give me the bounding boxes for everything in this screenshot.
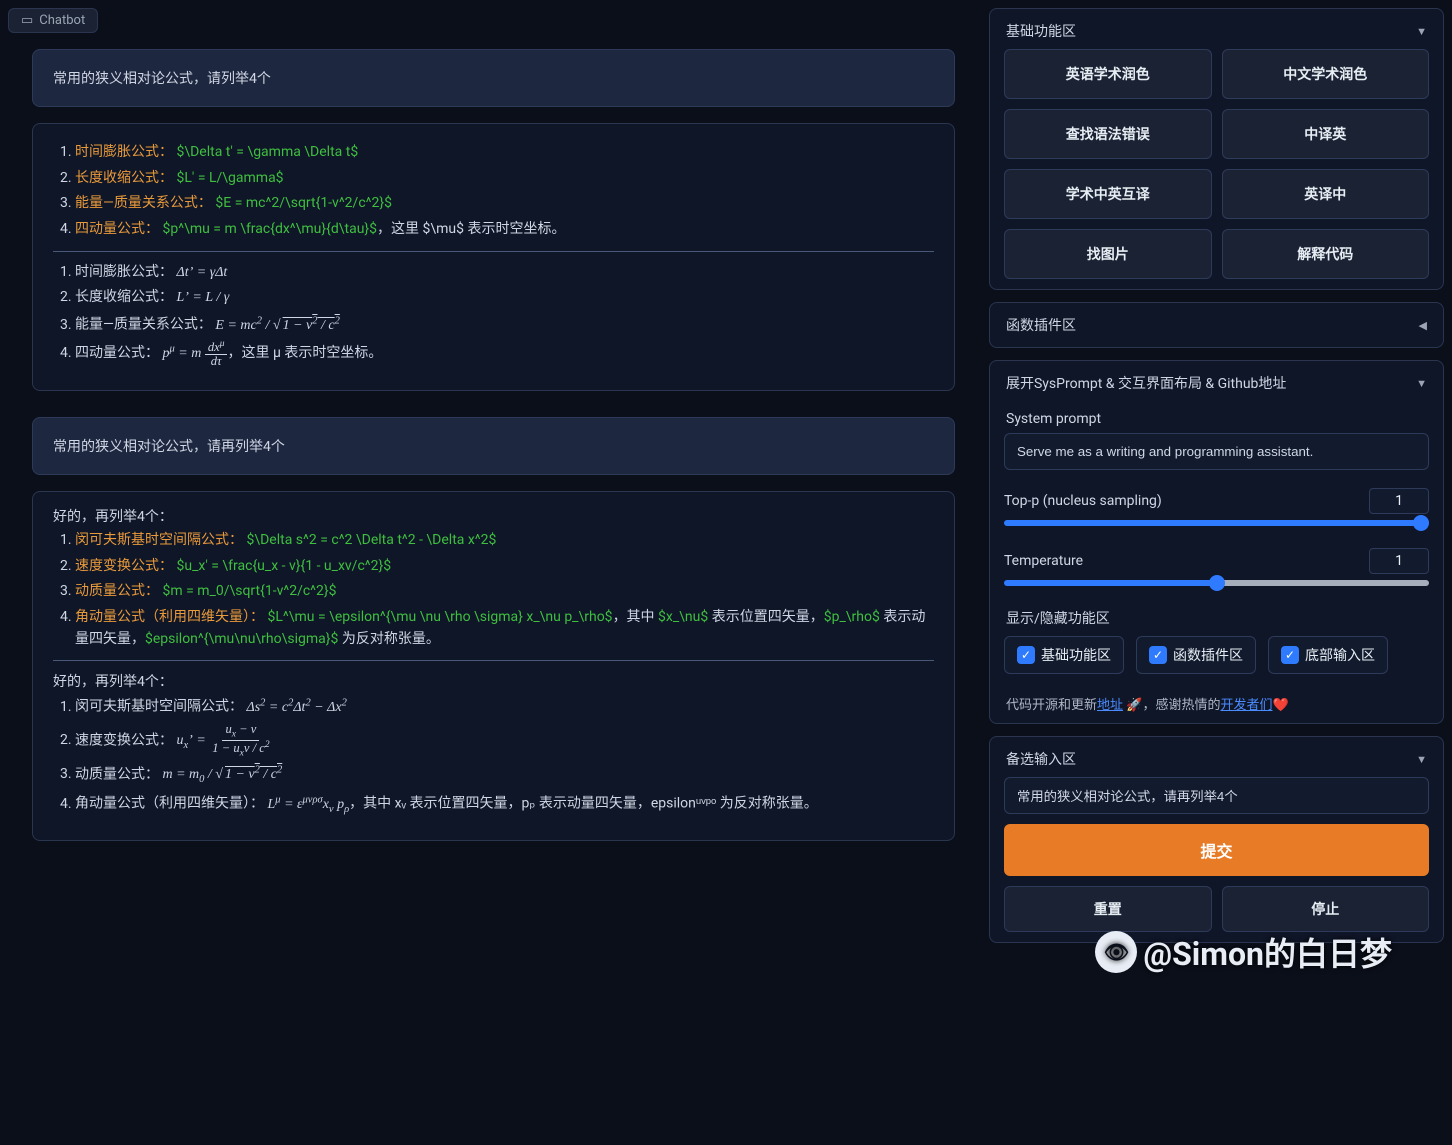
item-label: 角动量公式（利用四维矢量）： [75, 609, 264, 625]
toggle-bottom[interactable]: ✓ 底部输入区 [1268, 636, 1388, 674]
toggle-label: 基础功能区 [1041, 645, 1111, 665]
item-after: ，其中 xᵥ 表示位置四矢量，pₚ 表示动量四矢量，epsilonᵘᵛᵖᵒ 为反… [349, 796, 818, 812]
item-label: 时间膨胀公式： [75, 264, 173, 280]
chevron-down-icon: ▼ [1416, 25, 1427, 38]
devs-link[interactable]: 开发者们 [1220, 698, 1272, 713]
item-latex: $m = m_0/\sqrt{1-v^2/c^2}$ [162, 583, 336, 599]
bot-intro: 好的，再列举4个： [53, 506, 934, 526]
user-text: 常用的狭义相对论公式，请再列举4个 [53, 439, 285, 455]
item-label: 角动量公式（利用四维矢量）： [75, 796, 264, 812]
item-after: ，这里 $\mu$ 表示时空坐标。 [377, 221, 565, 237]
item-label: 速度变换公式： [75, 558, 173, 574]
expand-panel: 展开SysPrompt & 交互界面布局 & Github地址 ▼ System… [989, 360, 1444, 724]
panel-title: 备选输入区 [1006, 749, 1076, 769]
user-message: 常用的狭义相对论公式，请再列举4个 [32, 417, 955, 475]
item-label: 时间膨胀公式： [75, 144, 173, 160]
system-prompt-input[interactable] [1004, 433, 1429, 470]
t: $x_\nu$ [658, 609, 708, 625]
item-label: 动质量公式： [75, 766, 159, 782]
panel-title: 展开SysPrompt & 交互界面布局 & Github地址 [1006, 373, 1286, 393]
fn-btn-english-polish[interactable]: 英语学术润色 [1004, 49, 1212, 99]
item-formula: Δtʼ = γΔt [176, 265, 227, 280]
alt-input[interactable] [1004, 777, 1429, 814]
item-label: 能量—质量关系公式： [75, 195, 212, 211]
item-latex: $L' = L/\gamma$ [176, 170, 283, 186]
stop-button[interactable]: 停止 [1222, 886, 1430, 932]
chevron-left-icon: ◀ [1419, 319, 1427, 332]
chat-icon: ▭ [21, 13, 33, 28]
repo-link[interactable]: 地址 [1097, 698, 1123, 713]
chevron-down-icon: ▼ [1416, 753, 1427, 766]
fn-btn-academic-trans[interactable]: 学术中英互译 [1004, 169, 1212, 219]
fn-btn-find-image[interactable]: 找图片 [1004, 229, 1212, 279]
item-label: 四动量公式： [75, 345, 159, 361]
rocket-icon: 🚀 [1126, 698, 1142, 713]
system-prompt-label: System prompt [1006, 411, 1429, 427]
item-label: 闵可夫斯基时空间隔公式： [75, 532, 243, 548]
item-label: 闵可夫斯基时空间隔公式： [75, 699, 243, 715]
plugin-panel-header[interactable]: 函数插件区 ◀ [1004, 313, 1429, 337]
checkbox-checked-icon: ✓ [1281, 646, 1299, 664]
item-latex: $u_x' = \frac{u_x - v}{1 - u_xv/c^2}$ [176, 558, 391, 574]
t: 为反对称张量。 [338, 631, 439, 647]
toggle-plugin[interactable]: ✓ 函数插件区 [1136, 636, 1256, 674]
t: ，其中 [613, 609, 658, 625]
item-label: 四动量公式： [75, 221, 159, 237]
item-label: 速度变换公式： [75, 732, 173, 748]
temp-slider[interactable] [1004, 580, 1429, 586]
toggle-basic[interactable]: ✓ 基础功能区 [1004, 636, 1124, 674]
footer-text: ，感谢热情的 [1142, 698, 1220, 713]
item-latex: $L^\mu = \epsilon^{\mu \nu \rho \sigma} … [267, 609, 612, 625]
submit-button[interactable]: 提交 [1004, 824, 1429, 876]
chevron-down-icon: ▼ [1416, 377, 1427, 390]
checkbox-checked-icon: ✓ [1017, 646, 1035, 664]
alt-input-panel: 备选输入区 ▼ 提交 重置 停止 [989, 736, 1444, 943]
fn-btn-explain-code[interactable]: 解释代码 [1222, 229, 1430, 279]
fn-btn-zh2en[interactable]: 中译英 [1222, 109, 1430, 159]
item-after: ，这里 μ 表示时空坐标。 [227, 345, 382, 361]
toggle-label: 底部输入区 [1305, 645, 1375, 665]
item-latex: $\Delta s^2 = c^2 \Delta t^2 - \Delta x^… [246, 532, 496, 548]
tab-label: Chatbot [39, 13, 85, 28]
basic-panel: 基础功能区 ▼ 英语学术润色 中文学术润色 查找语法错误 中译英 学术中英互译 … [989, 8, 1444, 290]
topp-label: Top-p (nucleus sampling) [1004, 493, 1162, 509]
basic-panel-header[interactable]: 基础功能区 ▼ [1004, 19, 1429, 49]
temp-value[interactable]: 1 [1369, 548, 1429, 574]
fn-btn-chinese-polish[interactable]: 中文学术润色 [1222, 49, 1430, 99]
checkbox-checked-icon: ✓ [1149, 646, 1167, 664]
topp-slider[interactable] [1004, 520, 1429, 526]
user-message: 常用的狭义相对论公式，请列举4个 [32, 49, 955, 107]
panel-title: 基础功能区 [1006, 21, 1076, 41]
item-label: 能量—质量关系公式： [75, 317, 212, 333]
alt-input-header[interactable]: 备选输入区 ▼ [1004, 747, 1429, 777]
user-text: 常用的狭义相对论公式，请列举4个 [53, 71, 271, 87]
expand-panel-header[interactable]: 展开SysPrompt & 交互界面布局 & Github地址 ▼ [1004, 371, 1429, 401]
reset-button[interactable]: 重置 [1004, 886, 1212, 932]
item-latex: $p^\mu = m \frac{dx^\mu}{d\tau}$ [162, 221, 377, 237]
item-label: 动质量公式： [75, 583, 159, 599]
t: $epsilon^{\mu\nu\rho\sigma}$ [145, 631, 338, 647]
fn-btn-grammar[interactable]: 查找语法错误 [1004, 109, 1212, 159]
toggle-label: 函数插件区 [1173, 645, 1243, 665]
bot-message: 好的，再列举4个： 闵可夫斯基时空间隔公式： $\Delta s^2 = c^2… [32, 491, 955, 841]
topp-value[interactable]: 1 [1369, 488, 1429, 514]
t: $p_\rho$ [824, 609, 880, 625]
bot-message: 时间膨胀公式： $\Delta t' = \gamma \Delta t$ 长度… [32, 123, 955, 391]
toggle-header: 显示/隐藏功能区 [1006, 608, 1429, 628]
item-label: 长度收缩公式： [75, 289, 173, 305]
plugin-panel: 函数插件区 ◀ [989, 302, 1444, 348]
heart-icon: ❤️ [1272, 698, 1288, 713]
item-latex: $E = mc^2/\sqrt{1-v^2/c^2}$ [215, 195, 392, 211]
item-formula: Lʼ = L / γ [176, 290, 229, 305]
bot-intro: 好的，再列举4个： [53, 671, 934, 691]
tab-chatbot[interactable]: ▭ Chatbot [8, 8, 98, 33]
fn-btn-en2zh[interactable]: 英译中 [1222, 169, 1430, 219]
t: 表示位置四矢量， [708, 609, 823, 625]
temp-label: Temperature [1004, 553, 1083, 569]
item-latex: $\Delta t' = \gamma \Delta t$ [176, 144, 358, 160]
panel-title: 函数插件区 [1006, 315, 1076, 335]
footer-text: 代码开源和更新 [1006, 698, 1097, 713]
item-label: 长度收缩公式： [75, 170, 173, 186]
